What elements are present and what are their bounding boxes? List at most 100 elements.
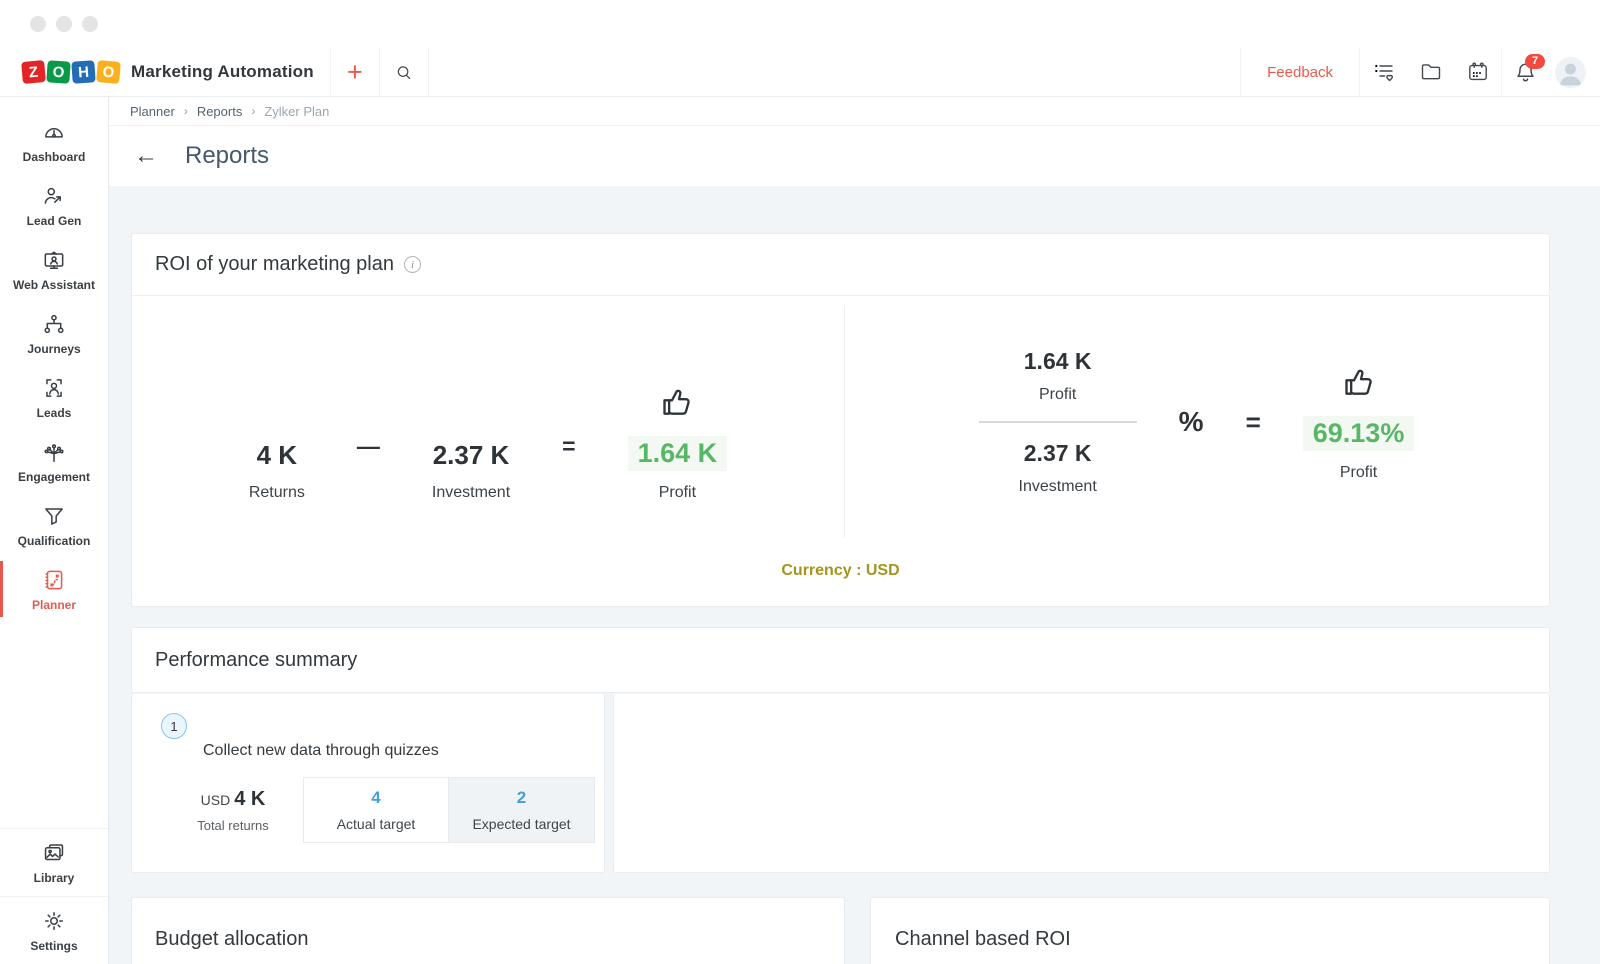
sidebar-item-settings[interactable]: Settings — [0, 896, 108, 964]
gear-icon — [45, 912, 63, 930]
smart-list-button[interactable] — [1360, 48, 1407, 97]
sidebar-item-engagement[interactable]: Engagement — [0, 429, 108, 493]
profit-term: 1.64 K Profit — [627, 382, 728, 502]
minus-operator: — — [356, 433, 380, 459]
total-returns-label: Total returns — [197, 817, 269, 833]
gauge-icon — [45, 127, 63, 138]
breadcrumb-separator: › — [183, 104, 188, 118]
page-title: Reports — [185, 142, 270, 169]
feedback-link[interactable]: Feedback — [1241, 64, 1359, 81]
sidebar-item-label: Settings — [30, 939, 78, 953]
sidebar-item-label: Dashboard — [22, 149, 86, 164]
breadcrumb-reports[interactable]: Reports — [197, 104, 243, 119]
performance-summary-header: Performance summary — [131, 627, 1550, 693]
budget-allocation-card: Budget allocation — [131, 897, 845, 964]
performance-empty-panel — [613, 694, 1550, 873]
step-number-badge: 1 — [161, 713, 187, 739]
person-frame-icon — [46, 378, 62, 397]
divider — [427, 47, 429, 97]
breadcrumb-separator: › — [251, 104, 256, 118]
sidebar-nav: Dashboard Lead Gen Web Assistant Journey… — [0, 97, 109, 964]
person-trend-icon — [44, 187, 61, 204]
sidebar-item-label: Planner — [31, 597, 76, 612]
numerator-value: 1.64 K — [1023, 348, 1092, 374]
window-close-button[interactable] — [30, 16, 46, 32]
logo-letter: O — [46, 60, 71, 84]
logo-letter: O — [96, 60, 121, 84]
funnel-icon — [45, 507, 63, 525]
performance-summary-title: Performance summary — [155, 648, 358, 671]
investment-value: 2.37 K — [432, 440, 510, 470]
info-icon[interactable]: i — [404, 256, 421, 273]
expected-target-value: 2 — [516, 788, 527, 807]
breadcrumb-planner[interactable]: Planner — [130, 104, 175, 119]
returns-value: 4 K — [256, 440, 298, 470]
app-header: Z O H O Marketing Automation + Feedback — [0, 47, 1600, 97]
profit-value: 1.64 K — [627, 436, 728, 471]
divider — [844, 305, 845, 538]
sidebar-item-qualification[interactable]: Qualification — [0, 493, 108, 557]
folder-icon — [1421, 64, 1440, 80]
profit-investment-fraction: 1.64 K Profit 2.37 K Investment — [978, 348, 1137, 496]
main-content: Planner › Reports › Zylker Plan ← Report… — [109, 97, 1600, 964]
logo-letter: Z — [21, 60, 46, 84]
thumbs-up-icon — [628, 382, 728, 427]
roi-result-value: 69.13% — [1302, 416, 1415, 451]
header-actions: Feedback 7 — [1240, 47, 1600, 97]
sidebar-item-label: Web Assistant — [12, 277, 96, 292]
page-body: ROI of your marketing plan i 4 K Returns… — [109, 186, 1600, 964]
investment-term: 2.37 K Investment — [432, 440, 510, 502]
sidebar-item-journeys[interactable]: Journeys — [0, 301, 108, 365]
create-new-button[interactable]: + — [331, 48, 379, 97]
breadcrumb: Planner › Reports › Zylker Plan — [109, 97, 1600, 126]
search-button[interactable] — [380, 48, 428, 97]
sidebar-item-label: Engagement — [17, 469, 90, 484]
total-returns-currency: USD — [200, 791, 231, 808]
calendar-button[interactable] — [1454, 48, 1501, 97]
sidebar-item-lead-gen[interactable]: Lead Gen — [0, 173, 108, 237]
performance-summary-card: Performance summary 1 Collect new data t… — [131, 627, 1550, 873]
sidebar-item-web-assistant[interactable]: Web Assistant — [0, 237, 108, 301]
roi-card-header: ROI of your marketing plan i — [132, 234, 1549, 296]
sidebar-item-library[interactable]: Library — [0, 828, 108, 896]
returns-label: Returns — [248, 484, 305, 501]
notifications-button[interactable]: 7 — [1502, 48, 1549, 97]
profit-label: Profit — [658, 484, 697, 501]
window-zoom-button[interactable] — [82, 16, 98, 32]
logo-letter: H — [71, 60, 96, 84]
sidebar-item-label: Qualification — [17, 533, 91, 548]
sidebar-item-planner[interactable]: Planner — [0, 557, 108, 621]
sidebar-item-label: Leads — [36, 405, 72, 420]
performance-step-panel: 1 Collect new data through quizzes USD 4 … — [131, 694, 605, 873]
roi-result-label: Profit — [1339, 464, 1378, 481]
roi-subtraction-equation: 4 K Returns — 2.37 K Investment = 1.64 K… — [132, 296, 844, 548]
folder-button[interactable] — [1407, 48, 1454, 97]
planner-notebook-icon — [45, 570, 63, 589]
denominator-label: Investment — [1018, 478, 1097, 495]
calendar-icon — [1468, 62, 1487, 81]
numerator-label: Profit — [1038, 386, 1077, 403]
back-button[interactable]: ← — [134, 144, 158, 168]
page-header: ← Reports — [109, 126, 1600, 186]
thumbs-up-icon — [1303, 362, 1415, 407]
notification-count-badge: 7 — [1525, 53, 1545, 69]
window-title-bar — [0, 0, 1600, 48]
sidebar-item-dashboard[interactable]: Dashboard — [0, 109, 108, 173]
currency-note: Currency : USD — [781, 562, 900, 579]
total-returns-value: 4 K — [234, 787, 266, 810]
roi-card: ROI of your marketing plan i 4 K Returns… — [131, 233, 1550, 607]
sidebar-item-leads[interactable]: Leads — [0, 365, 108, 429]
window-minimize-button[interactable] — [56, 16, 72, 32]
breadcrumb-current: Zylker Plan — [264, 103, 330, 119]
sidebar-item-label: Library — [33, 871, 75, 885]
sidebar-item-label: Journeys — [27, 341, 81, 356]
channel-roi-card: Channel based ROI — [870, 897, 1550, 964]
app-title: Marketing Automation — [131, 62, 314, 81]
bottom-cards-row: Budget allocation Channel based ROI — [131, 897, 1550, 964]
fraction-line — [978, 421, 1137, 423]
zoho-logo[interactable]: Z O H O — [21, 60, 121, 84]
step-stats: USD 4 K Total returns 4 Actual target 2 E… — [161, 777, 604, 843]
user-avatar[interactable] — [1555, 56, 1586, 88]
photos-icon — [44, 844, 64, 861]
